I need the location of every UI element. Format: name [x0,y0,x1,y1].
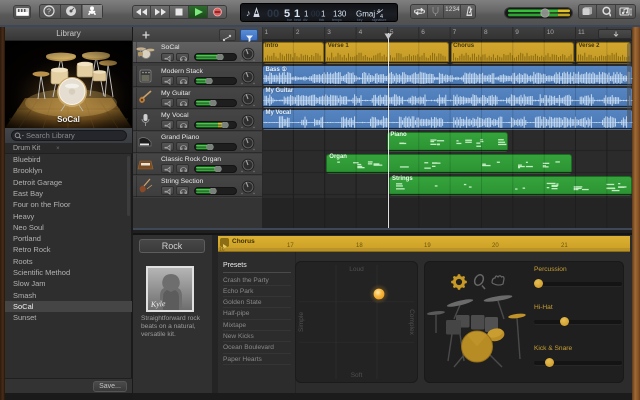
svg-text:div: div [303,18,308,22]
svg-text:Kyle: Kyle [150,299,167,309]
svg-text:♪: ♪ [246,8,251,18]
svg-text:9: 9 [515,29,519,36]
svg-text:1: 1 [265,29,269,36]
svg-text:11: 11 [578,29,585,36]
svg-text:Simple: Simple [298,312,305,332]
svg-text:4: 4 [359,29,363,36]
svg-text:10: 10 [547,29,555,36]
svg-text:?: ? [47,9,51,16]
svg-text:7: 7 [453,29,457,36]
svg-text:8: 8 [484,29,488,36]
svg-text:tick: tick [319,18,325,22]
svg-text:signature: signature [372,18,386,22]
svg-text:2: 2 [296,29,300,36]
svg-text:bar: bar [287,18,293,22]
svg-text:20: 20 [492,243,499,249]
svg-text:beat: beat [294,18,301,22]
svg-text:6: 6 [421,29,425,36]
svg-text:key: key [357,18,363,22]
svg-text:tempo: tempo [332,18,342,22]
svg-text:18: 18 [356,243,363,249]
svg-text:19: 19 [424,243,431,249]
svg-text:21: 21 [561,243,568,249]
svg-text:Soft: Soft [351,372,363,379]
svg-text:17: 17 [287,243,294,249]
svg-text:Loud: Loud [349,266,364,273]
svg-text:3: 3 [327,29,331,36]
svg-text:Complex: Complex [408,309,415,335]
svg-text:00: 00 [267,8,279,20]
